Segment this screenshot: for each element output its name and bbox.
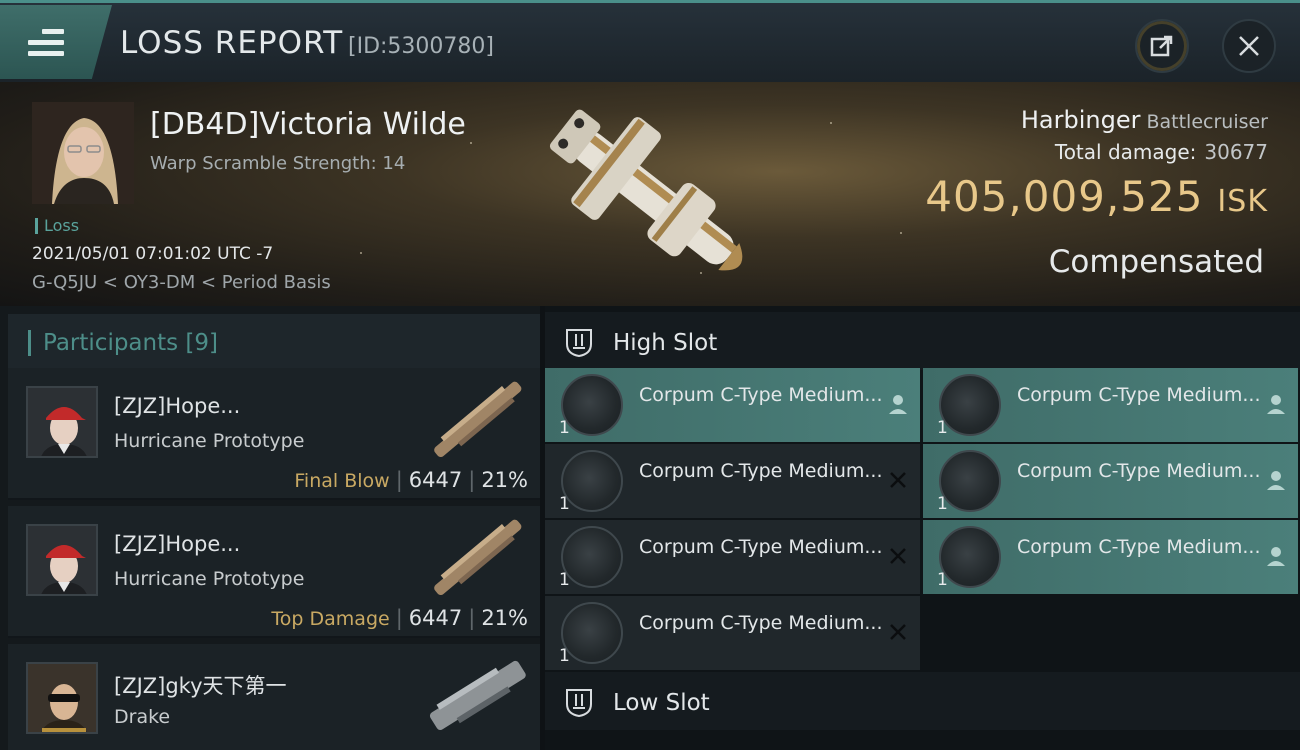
loss-location[interactable]: G-Q5JU < OY3-DM < Period Basis (32, 272, 331, 293)
fitting-panel: High Slot 1 Corpum C-Type Medium... 1 Co… (545, 306, 1300, 750)
low-slot-label: Low Slot (613, 690, 710, 716)
module-slot[interactable]: 1 Corpum C-Type Medium... (545, 368, 920, 442)
module-name: Corpum C-Type Medium... (1017, 460, 1261, 482)
person-icon (889, 395, 907, 414)
isk-value: 405,009,525 ISK (925, 172, 1268, 221)
participant-percent: 21% (481, 468, 528, 492)
menu-button[interactable] (0, 5, 112, 79)
participants-title: Participants [9] (28, 330, 218, 356)
module-slot[interactable]: 1 Corpum C-Type Medium... (923, 520, 1298, 594)
victim-ship-type: Harbinger Battlecruiser (1021, 106, 1268, 134)
x-icon (890, 548, 906, 564)
module-icon (939, 526, 1001, 588)
module-name: Corpum C-Type Medium... (1017, 384, 1261, 406)
participant-percent: 21% (481, 606, 528, 630)
victim-name[interactable]: [DB4D]Victoria Wilde (150, 107, 466, 142)
report-id: [ID:5300780] (348, 34, 494, 59)
module-quantity: 1 (937, 418, 948, 438)
participant-ship: Hurricane Prototype (114, 568, 305, 590)
participant-name: [ZJZ]gky天下第一 (114, 674, 287, 698)
high-slot-header: High Slot (545, 312, 1300, 370)
participant-ship-image (429, 660, 526, 730)
module-name: Corpum C-Type Medium... (639, 384, 883, 406)
module-name: Corpum C-Type Medium... (1017, 536, 1261, 558)
module-icon (561, 602, 623, 664)
loss-tag: Loss (35, 218, 79, 234)
person-icon (1267, 395, 1285, 414)
participant-stats: Top Damage | 6447 | 21% (271, 606, 528, 630)
x-icon (890, 624, 906, 640)
page-title: LOSS REPORT (120, 25, 344, 61)
participant-name: [ZJZ]Hope... (114, 394, 241, 418)
participants-panel: Participants [9] [ZJZ]Hope... Hurricane … (0, 306, 540, 750)
module-name: Corpum C-Type Medium... (639, 612, 883, 634)
module-slot[interactable]: 1 Corpum C-Type Medium... (545, 520, 920, 594)
module-icon (939, 450, 1001, 512)
module-icon (561, 374, 623, 436)
module-name: Corpum C-Type Medium... (639, 536, 883, 558)
module-icon (561, 450, 623, 512)
isk-amount: 405,009,525 (925, 172, 1204, 221)
compensation-status: Compensated (1048, 244, 1264, 280)
final-blow-tag: Final Blow (294, 470, 390, 492)
participant-avatar[interactable] (26, 524, 98, 596)
module-quantity: 1 (937, 494, 948, 514)
loss-datetime: 2021/05/01 07:01:02 UTC -7 (32, 244, 274, 264)
high-slot-label: High Slot (613, 330, 718, 356)
person-icon (1267, 547, 1285, 566)
module-slot[interactable]: 1 Corpum C-Type Medium... (923, 444, 1298, 518)
participant-damage: 6447 (408, 606, 463, 630)
menu-icon (28, 29, 64, 57)
participant-stats: Final Blow | 6447 | 21% (294, 468, 528, 492)
module-quantity: 1 (559, 646, 570, 666)
participant-ship-image (434, 519, 522, 596)
participant-row[interactable]: [ZJZ]gky天下第一 Drake (8, 644, 540, 750)
module-quantity: 1 (559, 418, 570, 438)
participant-row[interactable]: [ZJZ]Hope... Hurricane Prototype Top Dam… (8, 506, 540, 638)
module-icon (939, 374, 1001, 436)
participant-ship: Hurricane Prototype (114, 430, 305, 452)
participant-avatar[interactable] (26, 386, 98, 458)
total-damage-value: 30677 (1204, 140, 1268, 164)
participant-row[interactable]: [ZJZ]Hope... Hurricane Prototype Final B… (8, 368, 540, 500)
module-quantity: 1 (559, 570, 570, 590)
ship-name: Harbinger (1020, 106, 1141, 134)
low-slot-icon (566, 689, 592, 718)
x-icon (890, 472, 906, 488)
participant-avatar[interactable] (26, 662, 98, 734)
share-button[interactable] (1135, 19, 1189, 73)
participant-ship-image (434, 381, 522, 458)
victim-ship-image[interactable] (520, 90, 780, 300)
module-slot[interactable]: 1 Corpum C-Type Medium... (923, 368, 1298, 442)
low-slot-header: Low Slot (545, 672, 1300, 730)
high-slot-icon (566, 329, 592, 358)
participant-ship: Drake (114, 706, 171, 728)
close-icon (1239, 36, 1259, 56)
close-button[interactable] (1222, 19, 1276, 73)
participant-damage: 6447 (408, 468, 463, 492)
isk-unit: ISK (1217, 184, 1268, 219)
warp-scramble-strength: Warp Scramble Strength: 14 (150, 153, 406, 174)
top-damage-tag: Top Damage (271, 608, 390, 630)
module-slot[interactable]: 1 Corpum C-Type Medium... (545, 444, 920, 518)
victim-avatar[interactable] (32, 102, 134, 204)
module-name: Corpum C-Type Medium... (639, 460, 883, 482)
ship-class: Battlecruiser (1146, 111, 1268, 133)
total-damage-label: Total damage: (1054, 140, 1197, 164)
module-slot[interactable]: 1 Corpum C-Type Medium... (545, 596, 920, 670)
module-quantity: 1 (559, 494, 570, 514)
share-icon (1150, 35, 1173, 57)
victim-header: [DB4D]Victoria Wilde Warp Scramble Stren… (0, 82, 1300, 306)
participants-header: Participants [9] (8, 314, 540, 370)
module-icon (561, 526, 623, 588)
module-quantity: 1 (937, 570, 948, 590)
total-damage: Total damage: 30677 (1055, 140, 1268, 164)
person-icon (1267, 471, 1285, 490)
participant-name: [ZJZ]Hope... (114, 532, 241, 556)
title-bar: LOSS REPORT [ID:5300780] (0, 0, 1300, 82)
